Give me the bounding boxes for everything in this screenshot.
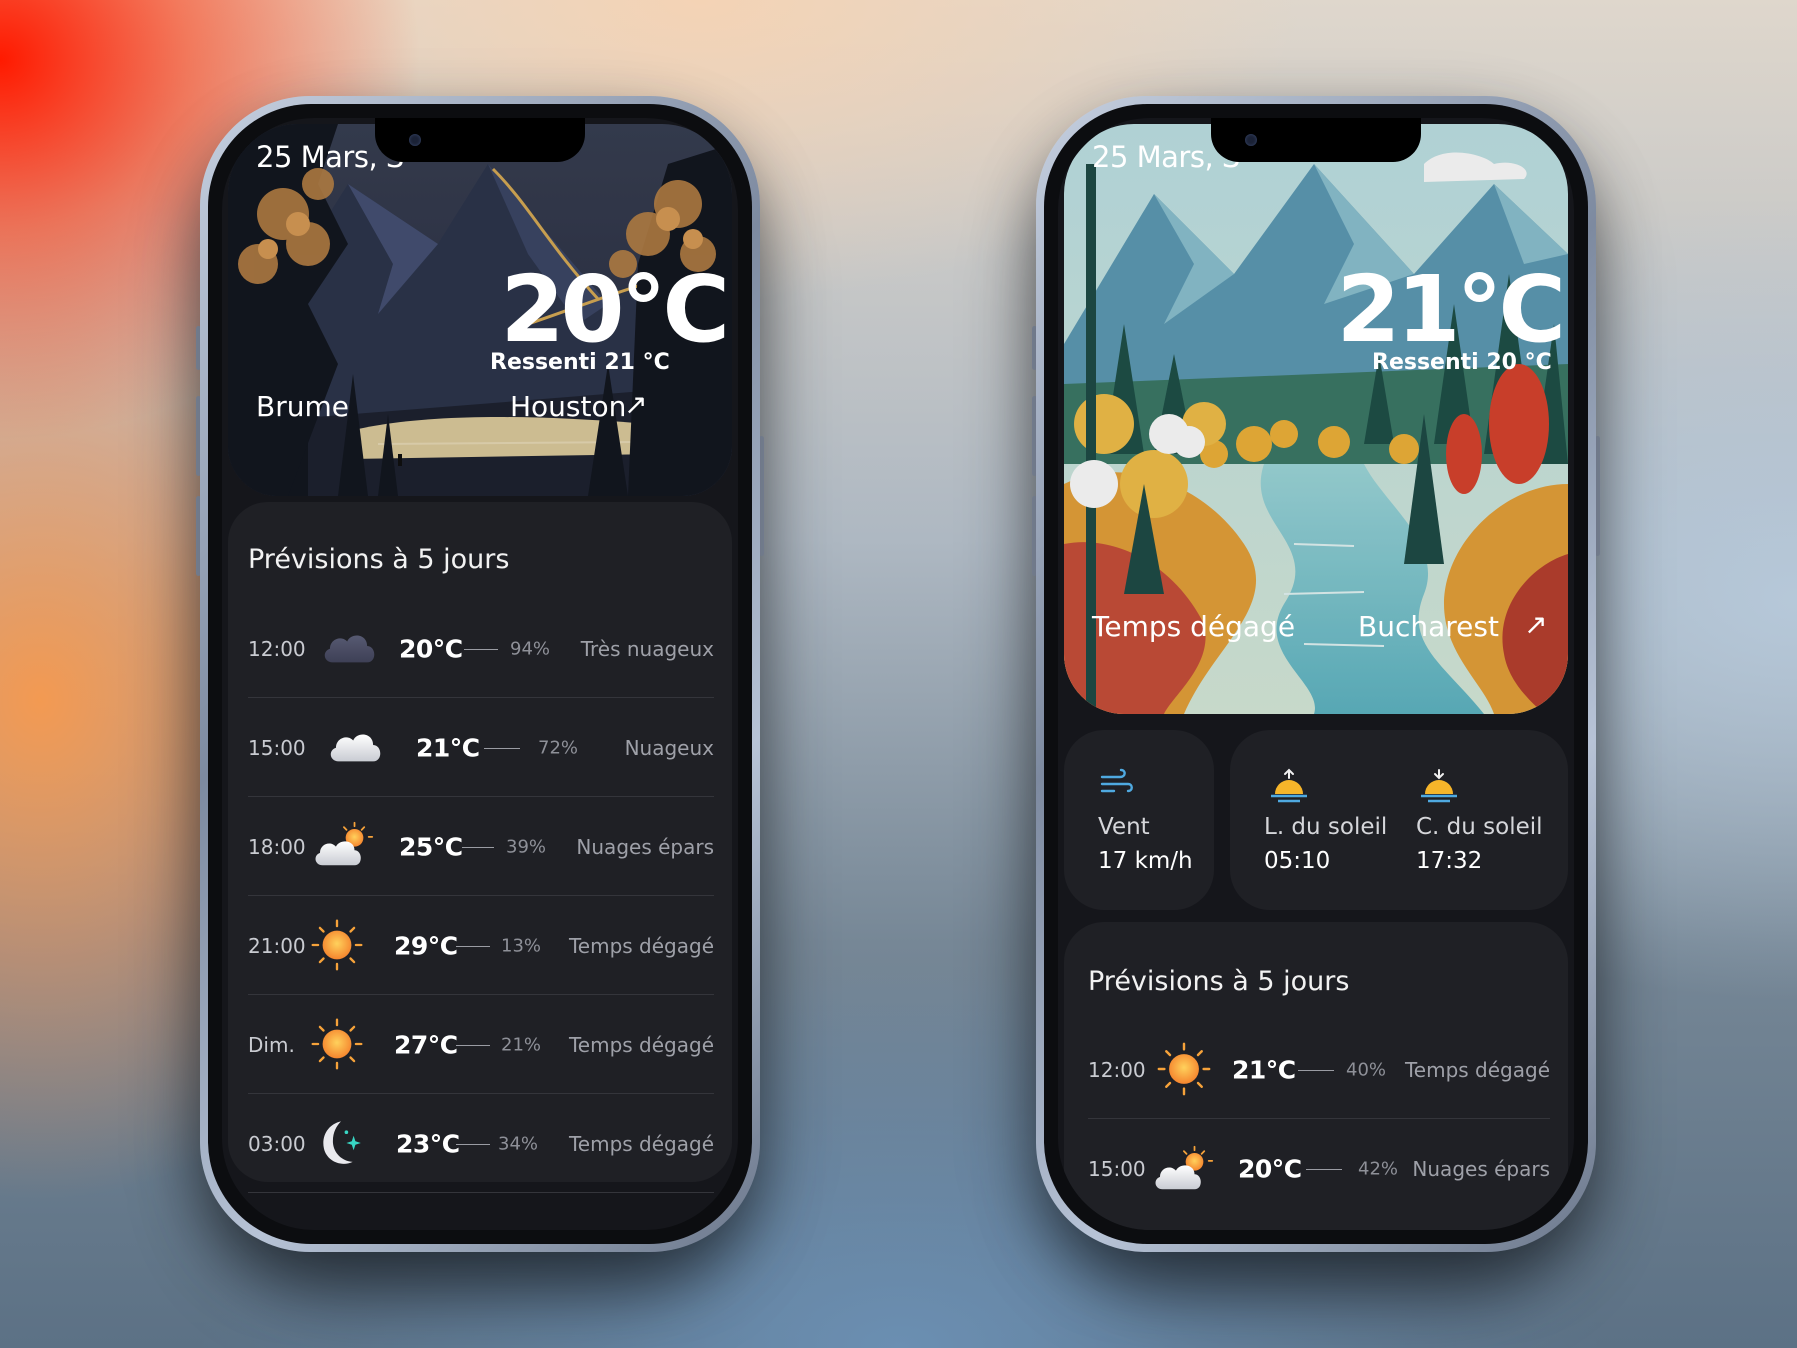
city-link[interactable]: Houston	[510, 390, 626, 423]
forecast-temp: 27°C	[394, 1030, 458, 1059]
forecast-pct: 13%	[501, 935, 542, 956]
wind-value: 17 km/h	[1098, 848, 1193, 874]
partly-cloudy-icon	[1152, 1143, 1214, 1193]
condition-label: Brume	[256, 390, 349, 423]
forecast-desc: Nuages épars	[1412, 1156, 1550, 1181]
phone-right: 25 Mars, S 21°C Ressenti 20 °C Temps dég…	[1032, 96, 1600, 1252]
divider-dash	[456, 1044, 490, 1046]
forecast-time: Dim.	[248, 1032, 295, 1057]
arrow-up-right-icon[interactable]: ↗	[624, 388, 647, 421]
forecast-row[interactable]: 03:00 23°C 34% Temps dégagé	[248, 1094, 714, 1193]
current-temperature: 20°C	[500, 256, 730, 363]
cloud-icon	[326, 724, 384, 766]
forecast-pct: 42%	[1358, 1158, 1399, 1179]
weather-hero: 25 Mars, S 20°C Ressenti 21 °C Brume Hou…	[228, 124, 732, 496]
forecast-temp: 21°C	[416, 733, 480, 762]
forecast-temp: 25°C	[399, 832, 463, 861]
forecast-time: 18:00	[248, 834, 306, 859]
forecast-desc: Temps dégagé	[1404, 1057, 1550, 1082]
forecast-card: Prévisions à 5 jours 12:00 21°C 40% Temp…	[1064, 922, 1568, 1230]
notch	[1211, 118, 1421, 162]
forecast-time: 12:00	[248, 636, 306, 661]
wind-icon	[1100, 768, 1133, 793]
forecast-desc: Temps dégagé	[568, 1131, 714, 1156]
forecast-desc: Temps dégagé	[568, 933, 714, 958]
sunrise-label: L. du soleil	[1264, 814, 1388, 840]
feels-like-label: Ressenti 21 °C	[490, 350, 670, 375]
forecast-title: Prévisions à 5 jours	[248, 544, 510, 575]
divider-dash	[1298, 1069, 1334, 1071]
forecast-pct: 72%	[538, 737, 579, 758]
forecast-pct: 94%	[510, 638, 551, 659]
feels-like-label: Ressenti 20 °C	[1372, 350, 1552, 375]
forecast-temp: 20°C	[1238, 1154, 1302, 1183]
forecast-temp: 23°C	[396, 1129, 460, 1158]
forecast-time: 12:00	[1088, 1057, 1146, 1082]
sunset-value: 17:32	[1416, 848, 1483, 874]
forecast-desc: Nuages épars	[576, 834, 714, 859]
condition-label: Temps dégagé	[1092, 610, 1296, 643]
sun-icon	[1156, 1041, 1212, 1097]
forecast-row[interactable]: 21:00 29°C 13% Temps dégagé	[248, 896, 714, 995]
forecast-pct: 40%	[1346, 1059, 1387, 1080]
forecast-row[interactable]: Dim. 27°C 21% Temps dégagé	[248, 995, 714, 1094]
forecast-temp: 21°C	[1232, 1055, 1296, 1084]
weather-hero: 25 Mars, S 21°C Ressenti 20 °C Temps dég…	[1064, 124, 1568, 714]
sun-icon	[310, 1017, 364, 1071]
forecast-desc: Nuageux	[624, 735, 714, 760]
forecast-pct: 34%	[498, 1133, 539, 1154]
partly-cloudy-icon	[312, 819, 374, 869]
forecast-row[interactable]: 12:00 20°C 94% Très nuageux	[248, 599, 714, 698]
forecast-row[interactable]: 15:00 20°C 42% Nuages épars	[1088, 1119, 1550, 1218]
divider-dash	[484, 747, 520, 749]
forecast-title: Prévisions à 5 jours	[1088, 966, 1350, 997]
forecast-row[interactable]: 12:00 21°C 40% Temps dégagé	[1088, 1020, 1550, 1119]
forecast-time: 15:00	[248, 735, 306, 760]
arrow-up-right-icon[interactable]: ↗	[1524, 608, 1547, 641]
city-link[interactable]: Bucharest	[1358, 610, 1499, 643]
forecast-temp: 20°C	[399, 634, 463, 663]
notch	[375, 118, 585, 162]
sunrise-icon	[1271, 768, 1307, 803]
forecast-time: 21:00	[248, 933, 306, 958]
sunset-label: C. du soleil	[1416, 814, 1543, 840]
divider-dash	[456, 1143, 490, 1145]
forecast-time: 03:00	[248, 1131, 306, 1156]
forecast-pct: 39%	[506, 836, 547, 857]
divider-dash	[1306, 1168, 1342, 1170]
forecast-desc: Très nuageux	[580, 636, 714, 661]
divider-dash	[456, 945, 490, 947]
forecast-row[interactable]: 18:00 25°C 39% Nuages épars	[248, 797, 714, 896]
forecast-temp: 29°C	[394, 931, 458, 960]
forecast-pct: 21%	[501, 1034, 542, 1055]
wind-label: Vent	[1098, 814, 1150, 840]
sunset-icon	[1421, 769, 1457, 803]
sun-icon	[310, 918, 364, 972]
app-screen: 25 Mars, S 20°C Ressenti 21 °C Brume Hou…	[222, 118, 738, 1230]
forecast-row[interactable]: 15:00 21°C 72% Nuageux	[248, 698, 714, 797]
row-divider	[248, 1192, 714, 1193]
app-screen: 25 Mars, S 21°C Ressenti 20 °C Temps dég…	[1058, 118, 1574, 1230]
forecast-card: Prévisions à 5 jours 12:00 20°C 94% Très…	[228, 502, 732, 1193]
divider-dash	[464, 648, 498, 650]
sunrise-value: 05:10	[1264, 848, 1331, 874]
forecast-desc: Temps dégagé	[568, 1032, 714, 1057]
wind-card: Vent 17 km/h	[1064, 730, 1214, 910]
moon-icon	[314, 1116, 368, 1170]
current-temperature: 21°C	[1336, 256, 1566, 363]
forecast-time: 15:00	[1088, 1156, 1146, 1181]
sun-times-card: L. du soleil 05:10 C. du soleil 17:32	[1230, 730, 1568, 910]
phone-left: 25 Mars, S 20°C Ressenti 21 °C Brume Hou…	[196, 96, 764, 1252]
dark-cloud-icon	[320, 625, 378, 667]
divider-dash	[462, 846, 494, 848]
